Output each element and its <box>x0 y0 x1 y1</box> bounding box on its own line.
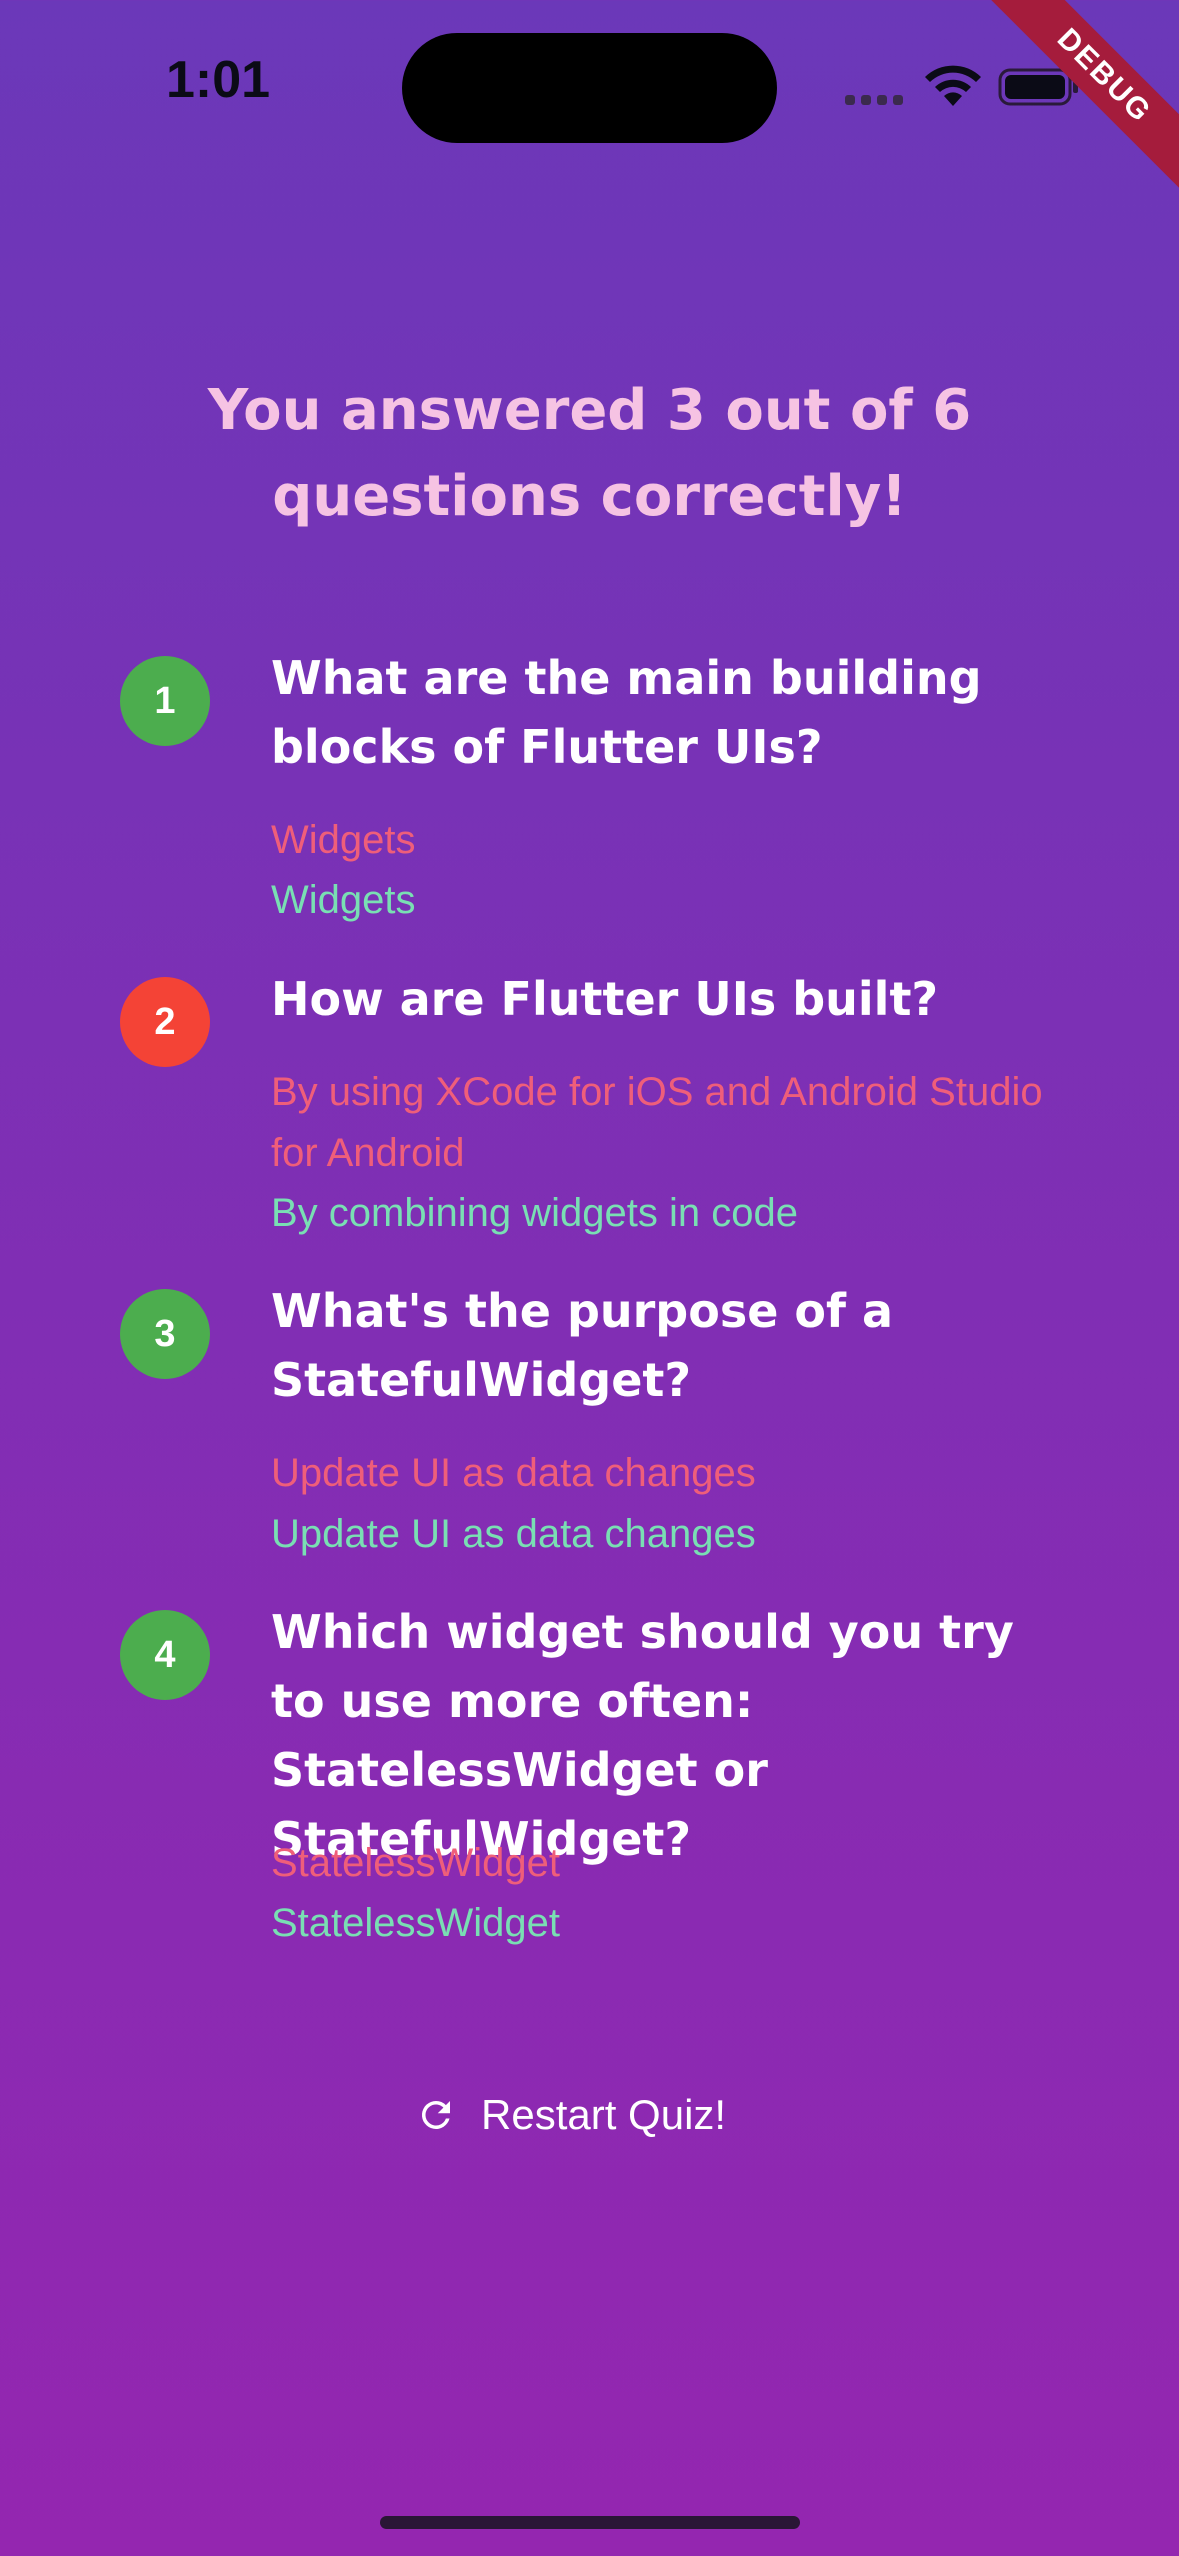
user-answer: Widgets <box>271 818 416 862</box>
question-number-badge: 3 <box>120 1289 210 1379</box>
home-indicator[interactable] <box>380 2516 800 2529</box>
cellular-icon <box>845 95 905 107</box>
user-answer: Update UI as data changes <box>271 1451 756 1495</box>
user-answer: StatelessWidget <box>271 1841 561 1885</box>
correct-answer: Update UI as data changes <box>271 1512 756 1556</box>
dynamic-island <box>402 33 777 143</box>
result-title: You answered 3 out of 6 questions correc… <box>207 378 972 529</box>
refresh-icon <box>421 2101 450 2129</box>
question-number-badge: 4 <box>120 1610 210 1700</box>
question-text: How are Flutter UIs built? <box>271 972 939 1026</box>
correct-answer: Widgets <box>271 878 416 922</box>
correct-answer: By combining widgets in code <box>271 1191 798 1235</box>
question-text: What's the purpose of a StatefulWidget? <box>271 1284 894 1407</box>
wifi-icon <box>925 65 981 106</box>
user-answer: By using XCode for iOS and Android Studi… <box>271 1070 1043 1175</box>
question-number-badge: 2 <box>120 977 210 1067</box>
question-text: What are the main building blocks of Flu… <box>271 651 982 774</box>
question-number-badge: 1 <box>120 656 210 746</box>
restart-button[interactable]: Restart Quiz! <box>415 2080 775 2150</box>
restart-label: Restart Quiz! <box>481 2091 727 2138</box>
correct-answer: StatelessWidget <box>271 1901 561 1945</box>
status-time: 1:01 <box>166 51 271 109</box>
